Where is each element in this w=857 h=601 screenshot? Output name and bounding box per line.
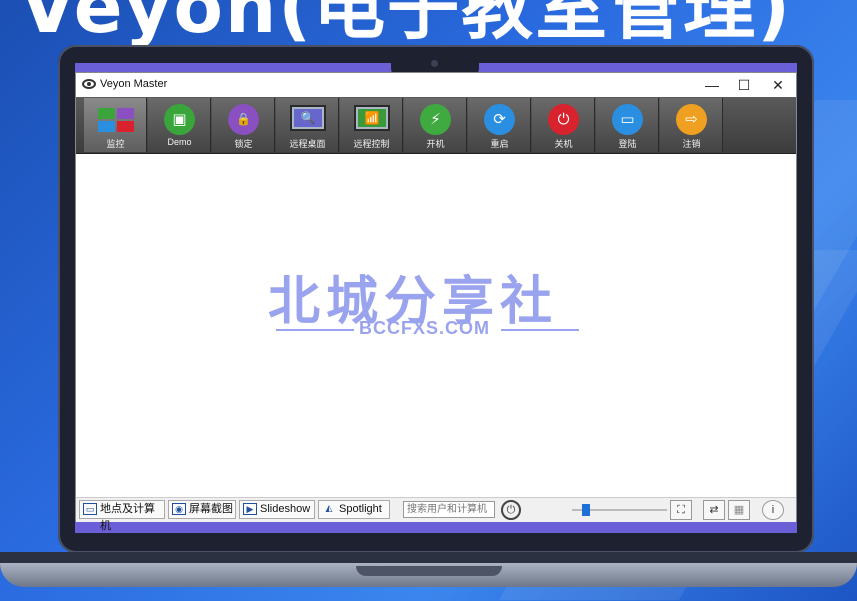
screen-accent-bar [75, 521, 797, 533]
slideshow-button[interactable]: ▶ Slideshow [239, 500, 315, 519]
reboot-icon: ⟳ [484, 104, 515, 135]
toolbar-shutdown-button[interactable]: ⏻ 关机 [532, 98, 595, 152]
watermark-line [276, 329, 354, 331]
toolbar-login-button[interactable]: ▭ 登陆 [596, 98, 659, 152]
power-on-icon: ⚡ [420, 104, 451, 135]
toolbar-label: 远程桌面 [289, 139, 326, 149]
remote-control-icon: 📶 [354, 105, 390, 131]
toolbar-label: Demo [167, 137, 192, 147]
about-info-icon[interactable]: i [762, 500, 784, 520]
computer-icon: ▭ [83, 503, 97, 515]
maximize-button[interactable]: ☐ [728, 75, 760, 95]
laptop-base-notch [356, 566, 502, 576]
logout-icon: ⇨ [676, 104, 707, 135]
locations-computers-button[interactable]: ▭ 地点及计算机 [79, 500, 165, 532]
toolbar-lock-button[interactable]: 🔒 锁定 [212, 98, 275, 152]
toolbar-monitor-button[interactable]: 监控 [84, 98, 147, 152]
lock-icon: 🔒 [228, 104, 259, 135]
toolbar-label: 重启 [490, 139, 509, 149]
spotlight-icon: ◭ [325, 503, 333, 513]
toolbar-label: 注销 [682, 139, 701, 149]
camera-icon: ◉ [172, 503, 186, 515]
main-toolbar: 监控 ▣ Demo 🔒 锁定 🔍 远程桌面 📶 远程控制 ⚡ 开机 ⟳ 重启 ⏻… [76, 97, 796, 154]
toolbar-label: 开机 [426, 139, 445, 149]
shutdown-icon: ⏻ [548, 104, 579, 135]
watermark-url: BCCFXS.COM [359, 318, 490, 338]
toolbar-power-on-button[interactable]: ⚡ 开机 [404, 98, 467, 152]
window-title: Veyon Master [100, 78, 168, 90]
watermark-line [501, 329, 579, 331]
veyon-logo-icon [82, 79, 96, 89]
veyon-master-window: Veyon Master — ☐ ✕ 监控 ▣ Demo 🔒 锁定 🔍 远程桌面 [75, 72, 797, 532]
toolbar-remote-control-button[interactable]: 📶 远程控制 [340, 98, 403, 152]
toolbar-logout-button[interactable]: ⇨ 注销 [660, 98, 723, 152]
toolbar-label: 登陆 [618, 139, 637, 149]
screenshots-button[interactable]: ◉ 屏幕截图 [168, 500, 236, 519]
statusbar: ▭ 地点及计算机 ◉ 屏幕截图 ▶ Slideshow ◭ Spotlight … [76, 497, 796, 532]
computer-monitoring-area[interactable]: 北城分享社 BCCFXS.COM [76, 154, 796, 494]
zoom-slider-thumb[interactable] [582, 504, 591, 516]
grid-layout-icon[interactable]: ▦ [728, 500, 750, 520]
login-icon: ▭ [612, 104, 643, 135]
titlebar: Veyon Master — ☐ ✕ [76, 73, 796, 97]
minimize-button[interactable]: — [696, 75, 728, 95]
arrange-computers-icon[interactable]: ⇄ [703, 500, 725, 520]
slideshow-icon: ▶ [243, 503, 257, 515]
spotlight-button[interactable]: ◭ Spotlight [318, 500, 390, 519]
toolbar-demo-button[interactable]: ▣ Demo [148, 98, 211, 152]
remote-desktop-icon: 🔍 [290, 105, 326, 131]
close-button[interactable]: ✕ [762, 75, 794, 95]
toolbar-label: 监控 [106, 139, 125, 149]
presentation-icon: ▣ [164, 104, 195, 135]
toolbar-label: 远程控制 [353, 139, 390, 149]
toolbar-label: 锁定 [234, 139, 253, 149]
camera-icon [431, 60, 438, 67]
power-toggle-button[interactable]: ⏻ [501, 500, 521, 520]
toolbar-reboot-button[interactable]: ⟳ 重启 [468, 98, 531, 152]
toolbar-label: 关机 [554, 139, 573, 149]
toolbar-remote-desktop-button[interactable]: 🔍 远程桌面 [276, 98, 339, 152]
monitor-grid-icon [98, 108, 134, 132]
search-input[interactable] [403, 501, 495, 518]
fit-to-screen-icon[interactable]: ⛶ [670, 500, 692, 520]
